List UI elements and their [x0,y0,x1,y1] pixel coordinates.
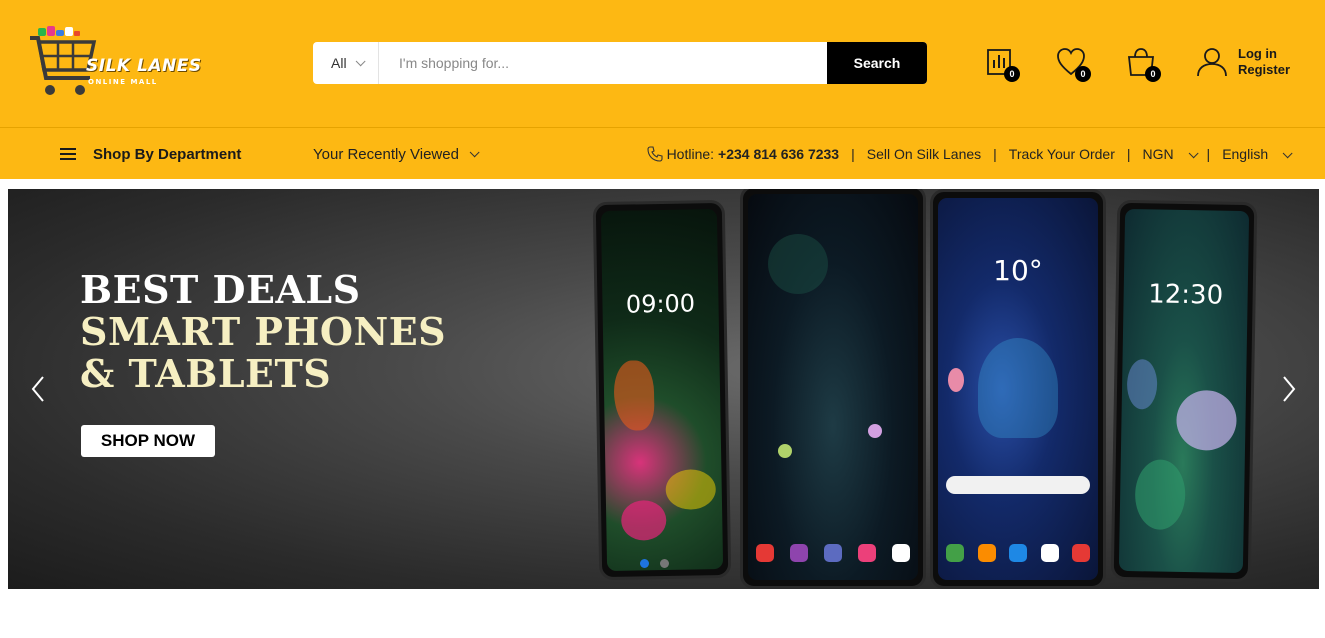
department-label: Shop By Department [93,145,242,163]
compare-button[interactable]: 0 [984,46,1020,82]
phone-image-3: 10° [930,189,1106,589]
hero-line-2: SMART PHONES [80,309,447,354]
hero-line-1: BEST DEALS [80,267,361,312]
cart-count-badge: 0 [1145,66,1161,82]
slider-dot-active[interactable] [640,559,649,568]
chevron-down-icon [1282,148,1293,159]
divider: | [851,146,855,162]
phone-4-clock: 12:30 [1147,279,1224,311]
slider-next-arrow-icon[interactable] [1279,374,1299,404]
search-button[interactable]: Search [827,42,927,84]
search-input[interactable] [380,42,827,84]
language-select[interactable]: English [1222,146,1293,162]
login-link[interactable]: Log in [1238,46,1290,62]
chevron-down-icon [469,146,480,157]
phone-image-1: 09:00 [592,199,732,581]
chevron-down-icon [355,55,366,66]
nav-right-links: Hotline: +234 814 636 7233 | Sell On Sil… [647,128,1293,180]
search-category-value: All [331,55,347,71]
hotline-number[interactable]: +234 814 636 7233 [718,146,839,162]
search-bar: All Search [313,42,927,84]
hamburger-icon [60,148,76,160]
chevron-down-icon [1188,148,1199,159]
slider-dot[interactable] [660,559,669,568]
compare-count-badge: 0 [1004,66,1020,82]
user-icon [1197,48,1227,77]
phone-image-4: 12:30 [1110,199,1258,583]
track-order-link[interactable]: Track Your Order [1009,146,1115,162]
recently-viewed-label: Your Recently Viewed [313,145,459,163]
wishlist-button[interactable]: 0 [1055,46,1091,82]
hotline-label: Hotline: [666,146,715,162]
wishlist-count-badge: 0 [1075,66,1091,82]
brand-name: SILK LANES [86,56,202,76]
top-header: SILK LANES ONLINE MALL All Search 0 [0,0,1325,127]
hero-line-3: & TABLETS [80,351,332,396]
cart-button[interactable]: 0 [1125,46,1161,82]
app-dock [946,544,1090,562]
hero-headline: BEST DEALS SMART PHONES & TABLETS [80,269,446,395]
phone-image-2 [740,189,926,589]
account-text: Log in Register [1238,46,1290,78]
main-nav: Shop By Department Your Recently Viewed … [0,127,1325,179]
logo[interactable]: SILK LANES ONLINE MALL [28,24,203,104]
divider: | [993,146,997,162]
recently-viewed-dropdown[interactable]: Your Recently Viewed [313,128,480,180]
language-value: English [1222,146,1269,162]
sell-link[interactable]: Sell On Silk Lanes [867,146,981,162]
search-category-select[interactable]: All [313,42,379,84]
account-link[interactable]: Log in Register [1196,46,1290,78]
phone-icon [647,146,663,162]
page: SILK LANES ONLINE MALL All Search 0 [0,0,1325,638]
hero-slider: BEST DEALS SMART PHONES & TABLETS SHOP N… [8,189,1319,589]
divider: | [1206,146,1211,162]
slider-prev-arrow-icon[interactable] [28,374,48,404]
currency-value: NGN [1142,146,1174,162]
register-link[interactable]: Register [1238,62,1290,78]
shop-by-department-menu[interactable]: Shop By Department [60,128,241,180]
divider: | [1126,146,1131,162]
phone-1-clock: 09:00 [625,289,696,319]
brand-tagline: ONLINE MALL [88,78,158,86]
google-search-widget [946,476,1090,494]
app-dock [756,544,910,562]
shop-now-button[interactable]: SHOP NOW [81,425,215,457]
phone-3-temperature: 10° [993,254,1043,287]
currency-select[interactable]: NGN [1142,146,1199,162]
